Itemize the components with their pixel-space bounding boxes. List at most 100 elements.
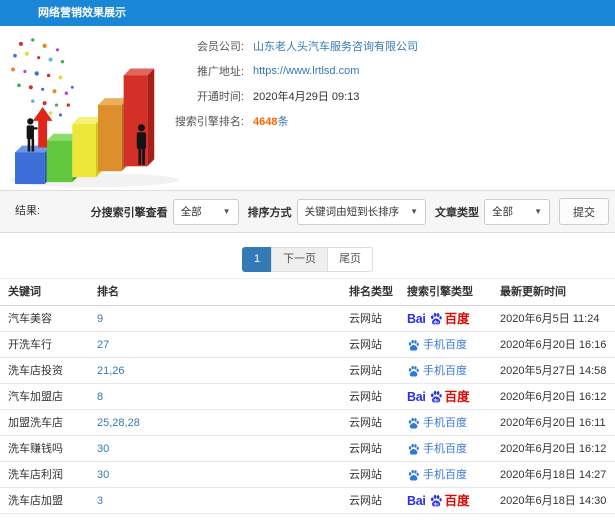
rank-count-unit: 条 bbox=[277, 115, 289, 128]
svg-text:du: du bbox=[433, 501, 438, 506]
engine-cell: Baidu百度 手机百度 bbox=[407, 358, 467, 384]
baidu-paw-icon: du bbox=[430, 494, 442, 507]
sort-select[interactable]: 关键词由短到长排序 ▼ bbox=[296, 198, 426, 225]
baidu-paw-icon bbox=[408, 443, 419, 455]
pagination: 1 下一页 尾页 bbox=[0, 247, 615, 272]
keyword-cell: 加盟洗车店 bbox=[8, 417, 63, 429]
table-row: 洗车店利润 30 云网站 Baidu百度 手机百度 2020年6月18日 14:… bbox=[0, 462, 615, 488]
ranking-cell: 21,26 bbox=[97, 365, 125, 377]
header-keyword: 关键词 bbox=[8, 286, 41, 298]
result-label: 结果: bbox=[15, 205, 41, 217]
baidu-paw-icon bbox=[408, 469, 419, 481]
table-row: 开洗车行 27 云网站 Baidu百度 手机百度 2020年6月20日 16:1… bbox=[0, 332, 615, 358]
table-header-row: 关键词 排名 排名类型 搜索引擎类型 最新更新时间 bbox=[0, 279, 615, 306]
table-row: 汽车美容 9 云网站 Baidu百度 手机百度 2020年6月5日 11:24 bbox=[0, 306, 615, 332]
sort-value: 关键词由短到长排序 bbox=[304, 206, 400, 218]
mobile-baidu-logo: 手机百度 bbox=[407, 358, 467, 384]
rank-count-label: 搜索引擎排名: bbox=[174, 115, 244, 128]
header-ranking: 排名 bbox=[97, 286, 119, 298]
ranking-cell: 8 bbox=[97, 391, 104, 403]
keyword-cell: 洗车店利润 bbox=[8, 469, 63, 481]
update-time-cell: 2020年6月18日 14:30 bbox=[500, 495, 607, 507]
submit-button[interactable]: 提交 bbox=[559, 198, 609, 225]
engine-cell: Baidu百度 手机百度 bbox=[407, 488, 470, 514]
next-page-button[interactable]: 下一页 bbox=[271, 247, 329, 272]
svg-text:du: du bbox=[433, 397, 438, 402]
article-type-label: 文章类型 bbox=[435, 206, 479, 219]
open-time-value: 2020年4月29日 09:13 bbox=[253, 90, 360, 103]
table-row: 洗车店投资 21,26 云网站 Baidu百度 手机百度 2020年5月27日 … bbox=[0, 358, 615, 384]
engine-cell: Baidu百度 手机百度 bbox=[407, 410, 467, 436]
rank-type-cell: 云网站 bbox=[349, 443, 382, 455]
keyword-cell: 洗车店投资 bbox=[8, 365, 63, 377]
baidu-logo: Bai du 百度 bbox=[407, 312, 470, 326]
mobile-baidu-logo: 手机百度 bbox=[407, 332, 467, 358]
rank-type-cell: 云网站 bbox=[349, 339, 382, 351]
svg-text:du: du bbox=[433, 319, 438, 324]
ranking-cell: 30 bbox=[97, 469, 110, 481]
keyword-ranking-table: 关键词 排名 排名类型 搜索引擎类型 最新更新时间 汽车美容 9 云网站 Bai… bbox=[0, 278, 615, 514]
update-time-cell: 2020年6月18日 14:27 bbox=[500, 469, 607, 481]
filter-controls: 分搜索引擎查看 全部 ▼ 排序方式 关键词由短到长排序 ▼ 文章类型 全部 ▼ … bbox=[87, 191, 609, 232]
ranking-cell: 3 bbox=[97, 495, 104, 507]
table-row: 洗车店加盟 3 云网站 Baidu百度 手机百度 2020年6月18日 14:3… bbox=[0, 488, 615, 514]
company-label: 会员公司: bbox=[196, 40, 244, 53]
engine-cell: Baidu百度 手机百度 bbox=[407, 332, 467, 358]
engine-cell: Baidu百度 手机百度 bbox=[407, 306, 470, 332]
rank-type-cell: 云网站 bbox=[349, 313, 382, 325]
header-rank-type: 排名类型 bbox=[349, 286, 393, 298]
baidu-paw-icon bbox=[408, 339, 419, 351]
info-row-url: 推广地址: https://www.lrtlsd.com bbox=[172, 58, 418, 83]
update-time-cell: 2020年6月5日 11:24 bbox=[500, 313, 600, 325]
baidu-logo: Bai du 百度 bbox=[407, 494, 470, 508]
page-1-button[interactable]: 1 bbox=[241, 247, 273, 272]
engine-filter-select[interactable]: 全部 ▼ bbox=[172, 198, 239, 225]
article-type-value: 全部 bbox=[492, 206, 513, 218]
rank-type-cell: 云网站 bbox=[349, 365, 382, 377]
page-title-bar: 网络营销效果展示 bbox=[0, 0, 615, 26]
mobile-baidu-logo: 手机百度 bbox=[407, 410, 467, 436]
rank-type-cell: 云网站 bbox=[349, 495, 382, 507]
ranking-cell: 9 bbox=[97, 313, 104, 325]
table-row: 加盟洗车店 25,28,28 云网站 Baidu百度 手机百度 2020年6月2… bbox=[0, 410, 615, 436]
info-row-company: 会员公司: 山东老人头汽车服务咨询有限公司 bbox=[172, 33, 418, 58]
chevron-down-icon: ▼ bbox=[222, 206, 231, 216]
engine-cell: Baidu百度 手机百度 bbox=[407, 462, 467, 488]
keyword-cell: 开洗车行 bbox=[8, 339, 52, 351]
last-page-button[interactable]: 尾页 bbox=[327, 247, 374, 272]
open-time-label: 开通时间: bbox=[196, 90, 244, 103]
info-row-rank-count: 搜索引擎排名: 4648条 bbox=[172, 108, 418, 133]
article-type-select[interactable]: 全部 ▼ bbox=[484, 198, 550, 225]
engine-cell: Baidu百度 手机百度 bbox=[407, 436, 467, 462]
bar-chart-illustration bbox=[9, 38, 179, 188]
update-time-cell: 2020年6月20日 16:11 bbox=[500, 417, 606, 429]
rank-count-number: 4648 bbox=[253, 115, 278, 128]
keyword-cell: 洗车赚钱吗 bbox=[8, 443, 63, 455]
chevron-down-icon: ▼ bbox=[534, 206, 542, 216]
promo-url-link[interactable]: https://www.lrtlsd.com bbox=[253, 65, 359, 77]
keyword-cell: 汽车美容 bbox=[8, 313, 52, 325]
company-info: 会员公司: 山东老人头汽车服务咨询有限公司 推广地址: https://www.… bbox=[172, 33, 418, 133]
update-time-cell: 2020年5月27日 14:58 bbox=[500, 365, 607, 377]
keyword-cell: 汽车加盟店 bbox=[8, 391, 63, 403]
engine-cell: Baidu百度 手机百度 bbox=[407, 384, 470, 410]
keyword-cell: 洗车店加盟 bbox=[8, 495, 63, 507]
filter-band: 结果: 分搜索引擎查看 全部 ▼ 排序方式 关键词由短到长排序 ▼ 文章类型 全… bbox=[0, 190, 615, 233]
sort-label: 排序方式 bbox=[247, 206, 292, 219]
rank-type-cell: 云网站 bbox=[349, 469, 382, 481]
chevron-down-icon: ▼ bbox=[410, 206, 418, 216]
rank-count-value: 4648条 bbox=[253, 113, 288, 129]
info-row-open-time: 开通时间: 2020年4月29日 09:13 bbox=[172, 83, 418, 108]
baidu-logo: Bai du 百度 bbox=[407, 390, 470, 404]
company-name-link[interactable]: 山东老人头汽车服务咨询有限公司 bbox=[253, 38, 418, 54]
baidu-paw-icon: du bbox=[430, 312, 442, 325]
rank-type-cell: 云网站 bbox=[349, 391, 382, 403]
rank-type-cell: 云网站 bbox=[349, 417, 382, 429]
page-title: 网络营销效果展示 bbox=[38, 7, 126, 19]
ranking-cell: 30 bbox=[97, 443, 110, 455]
update-time-cell: 2020年6月20日 16:12 bbox=[500, 391, 607, 403]
confetti-dots bbox=[11, 38, 74, 117]
ranking-cell: 25,28,28 bbox=[97, 417, 140, 429]
header-engine-type: 搜索引擎类型 bbox=[407, 286, 473, 298]
mobile-baidu-logo: 手机百度 bbox=[407, 462, 467, 488]
